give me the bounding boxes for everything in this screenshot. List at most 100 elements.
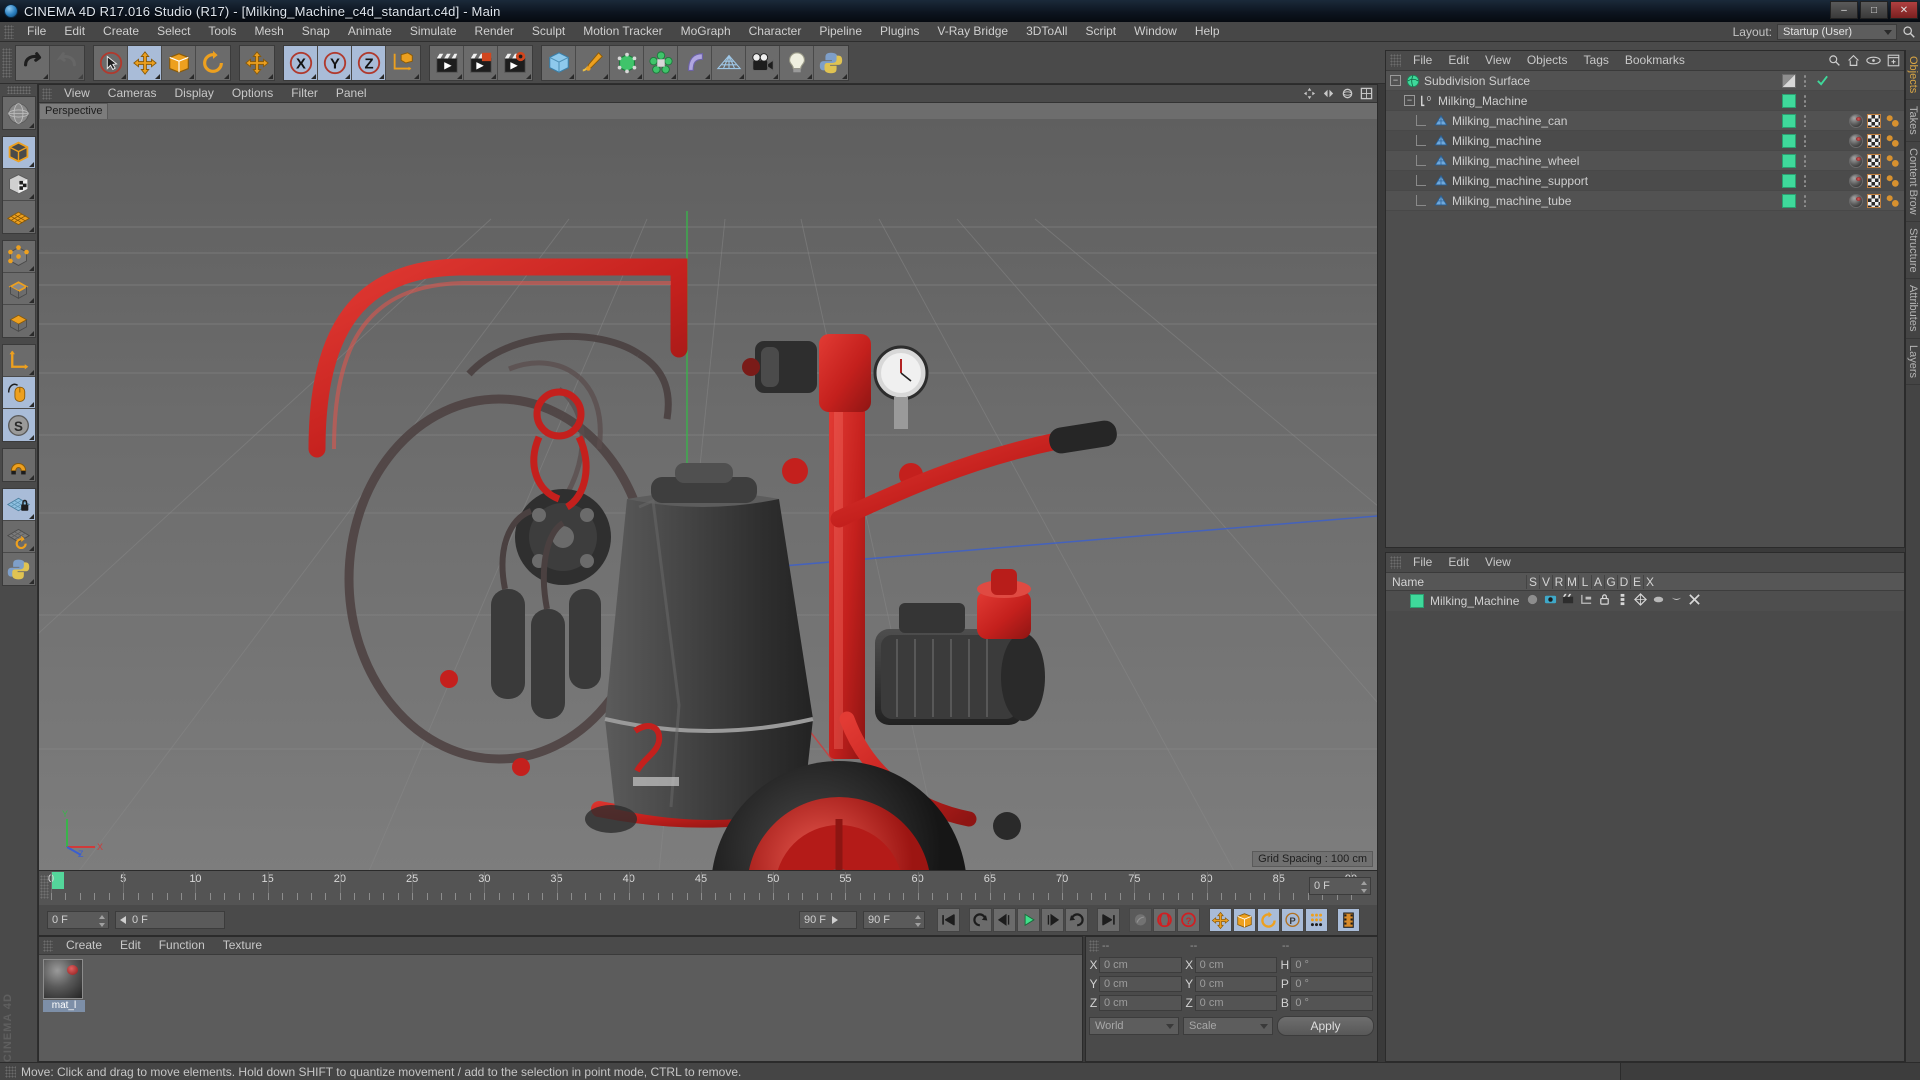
object-row[interactable]: Milking_machine_wheel: [1386, 151, 1904, 171]
add-deformer[interactable]: [678, 45, 712, 80]
layout-select[interactable]: Startup (User): [1777, 24, 1897, 40]
rot-p-input[interactable]: 0 °: [1290, 976, 1374, 992]
animation-icon-wrap[interactable]: [1616, 593, 1629, 609]
visibility-box[interactable]: [1782, 173, 1796, 188]
solo-dot-icon[interactable]: [1526, 593, 1539, 606]
menu-item-help[interactable]: Help: [1186, 22, 1229, 41]
viewport-menu-display[interactable]: Display: [165, 85, 222, 102]
material-tag[interactable]: [1849, 133, 1863, 148]
python-console-button[interactable]: [2, 553, 35, 585]
python-generator[interactable]: [814, 45, 848, 80]
timeline-ruler[interactable]: 051015202530354045505560657075808590: [39, 871, 1377, 905]
magnifier-icon[interactable]: [1902, 25, 1916, 39]
xpresso-icon[interactable]: [1688, 593, 1701, 606]
solo-dot-icon-wrap[interactable]: [1526, 593, 1539, 609]
viewport-menu-filter[interactable]: Filter: [282, 85, 327, 102]
menu-item-plugins[interactable]: Plugins: [871, 22, 928, 41]
visibility-dots[interactable]: [1803, 134, 1807, 147]
generator-icon-wrap[interactable]: [1634, 593, 1647, 609]
menu-item-script[interactable]: Script: [1076, 22, 1125, 41]
menu-item-edit[interactable]: Edit: [55, 22, 94, 41]
material-item[interactable]: mat_l: [43, 959, 85, 1012]
right-tab-objects[interactable]: Objects: [1906, 50, 1920, 101]
visibility-box[interactable]: [1782, 93, 1796, 108]
visibility-box[interactable]: [1782, 133, 1796, 148]
object-row[interactable]: Milking_machine_can: [1386, 111, 1904, 131]
add-mograph-array[interactable]: [644, 45, 678, 80]
redo-button[interactable]: [50, 45, 84, 80]
texture-tag[interactable]: [1867, 173, 1881, 188]
generator-icon[interactable]: [1634, 593, 1647, 606]
polygons-mode-button[interactable]: [2, 305, 35, 337]
render-view-button[interactable]: [430, 45, 464, 80]
material-list[interactable]: mat_l: [39, 955, 1082, 1061]
viewport-menu-cameras[interactable]: Cameras: [99, 85, 166, 102]
pos-z-input[interactable]: 0 cm: [1099, 995, 1182, 1011]
document-end-field[interactable]: 90 F: [863, 911, 925, 929]
fit-icon[interactable]: [1887, 54, 1900, 67]
object-menu-bookmarks[interactable]: Bookmarks: [1617, 51, 1693, 70]
magnet-tool-button[interactable]: [2, 449, 35, 481]
texture-tag[interactable]: [1867, 193, 1881, 208]
right-frame-spinner[interactable]: [1361, 881, 1368, 893]
viewport-3d-canvas[interactable]: Grid Spacing : 100 cm Y X Z: [39, 119, 1377, 871]
viewport-solo-button[interactable]: [2, 377, 35, 409]
object-row[interactable]: Milking_machine_tube: [1386, 191, 1904, 211]
autokeying-button[interactable]: [1153, 908, 1176, 932]
minimize-button[interactable]: –: [1830, 1, 1858, 19]
rotate-tool[interactable]: [196, 45, 230, 80]
frame-spinner[interactable]: [99, 915, 106, 927]
left-toolbar-grip[interactable]: [6, 86, 31, 94]
layer-menu-file[interactable]: File: [1405, 553, 1440, 572]
add-light[interactable]: [780, 45, 814, 80]
material-menu-create[interactable]: Create: [57, 937, 111, 954]
texture-mode-button[interactable]: [2, 169, 35, 201]
toolbar-grip[interactable]: [2, 47, 12, 78]
make-editable-button[interactable]: [2, 97, 35, 129]
scale-tool[interactable]: [162, 45, 196, 80]
size-mode-select[interactable]: Scale: [1183, 1017, 1273, 1035]
material-menu-edit[interactable]: Edit: [111, 937, 150, 954]
menu-item-render[interactable]: Render: [466, 22, 523, 41]
object-row[interactable]: −0 Milking_Machine: [1386, 91, 1904, 111]
visibility-dots[interactable]: [1803, 194, 1807, 207]
menu-item-tools[interactable]: Tools: [199, 22, 245, 41]
coordinates-grip[interactable]: [1089, 940, 1099, 952]
lock-x-axis[interactable]: X: [284, 45, 318, 80]
search-icon[interactable]: [1828, 54, 1841, 67]
record-active-objects-button[interactable]: [1129, 908, 1152, 932]
manager-icon-wrap[interactable]: [1580, 593, 1593, 609]
right-tab-takes[interactable]: Takes: [1906, 100, 1920, 143]
visibility-dots[interactable]: [1803, 94, 1807, 107]
menu-item-animate[interactable]: Animate: [339, 22, 401, 41]
material-tag[interactable]: [1849, 113, 1863, 128]
viewport-menu-options[interactable]: Options: [223, 85, 282, 102]
rot-h-input[interactable]: 0 °: [1290, 957, 1374, 973]
expand-toggle[interactable]: −: [1404, 95, 1415, 106]
render-icon-wrap[interactable]: [1562, 593, 1575, 609]
viewport-menu-panel[interactable]: Panel: [327, 85, 376, 102]
maximize-view-icon[interactable]: [1360, 87, 1373, 100]
workplane-mode-button[interactable]: [2, 201, 35, 233]
eye-icon[interactable]: [1866, 55, 1881, 66]
enable-check-icon[interactable]: [1816, 74, 1829, 87]
object-row[interactable]: − Subdivision Surface: [1386, 71, 1904, 91]
visibility-dots[interactable]: [1803, 154, 1807, 167]
layer-menu-view[interactable]: View: [1477, 553, 1519, 572]
manager-icon[interactable]: [1580, 593, 1593, 606]
menu-item-3dtoall[interactable]: 3DToAll: [1017, 22, 1076, 41]
rotate-view-icon[interactable]: [1341, 87, 1354, 100]
material-tag[interactable]: [1849, 173, 1863, 188]
material-tag[interactable]: [1849, 153, 1863, 168]
go-to-next-key-button[interactable]: [1065, 908, 1088, 932]
preview-min-field[interactable]: 0 F: [115, 911, 225, 929]
zoom-view-icon[interactable]: [1322, 87, 1335, 100]
menu-grip[interactable]: [4, 24, 14, 39]
workplane-align-button[interactable]: [2, 521, 35, 553]
layer-menu-edit[interactable]: Edit: [1440, 553, 1477, 572]
xpresso-icon-wrap[interactable]: [1688, 593, 1701, 609]
rotation-key-button[interactable]: [1257, 908, 1280, 932]
model-mode-button[interactable]: [2, 137, 35, 169]
object-row[interactable]: Milking_machine_support: [1386, 171, 1904, 191]
edit-render-settings-button[interactable]: [498, 45, 532, 80]
